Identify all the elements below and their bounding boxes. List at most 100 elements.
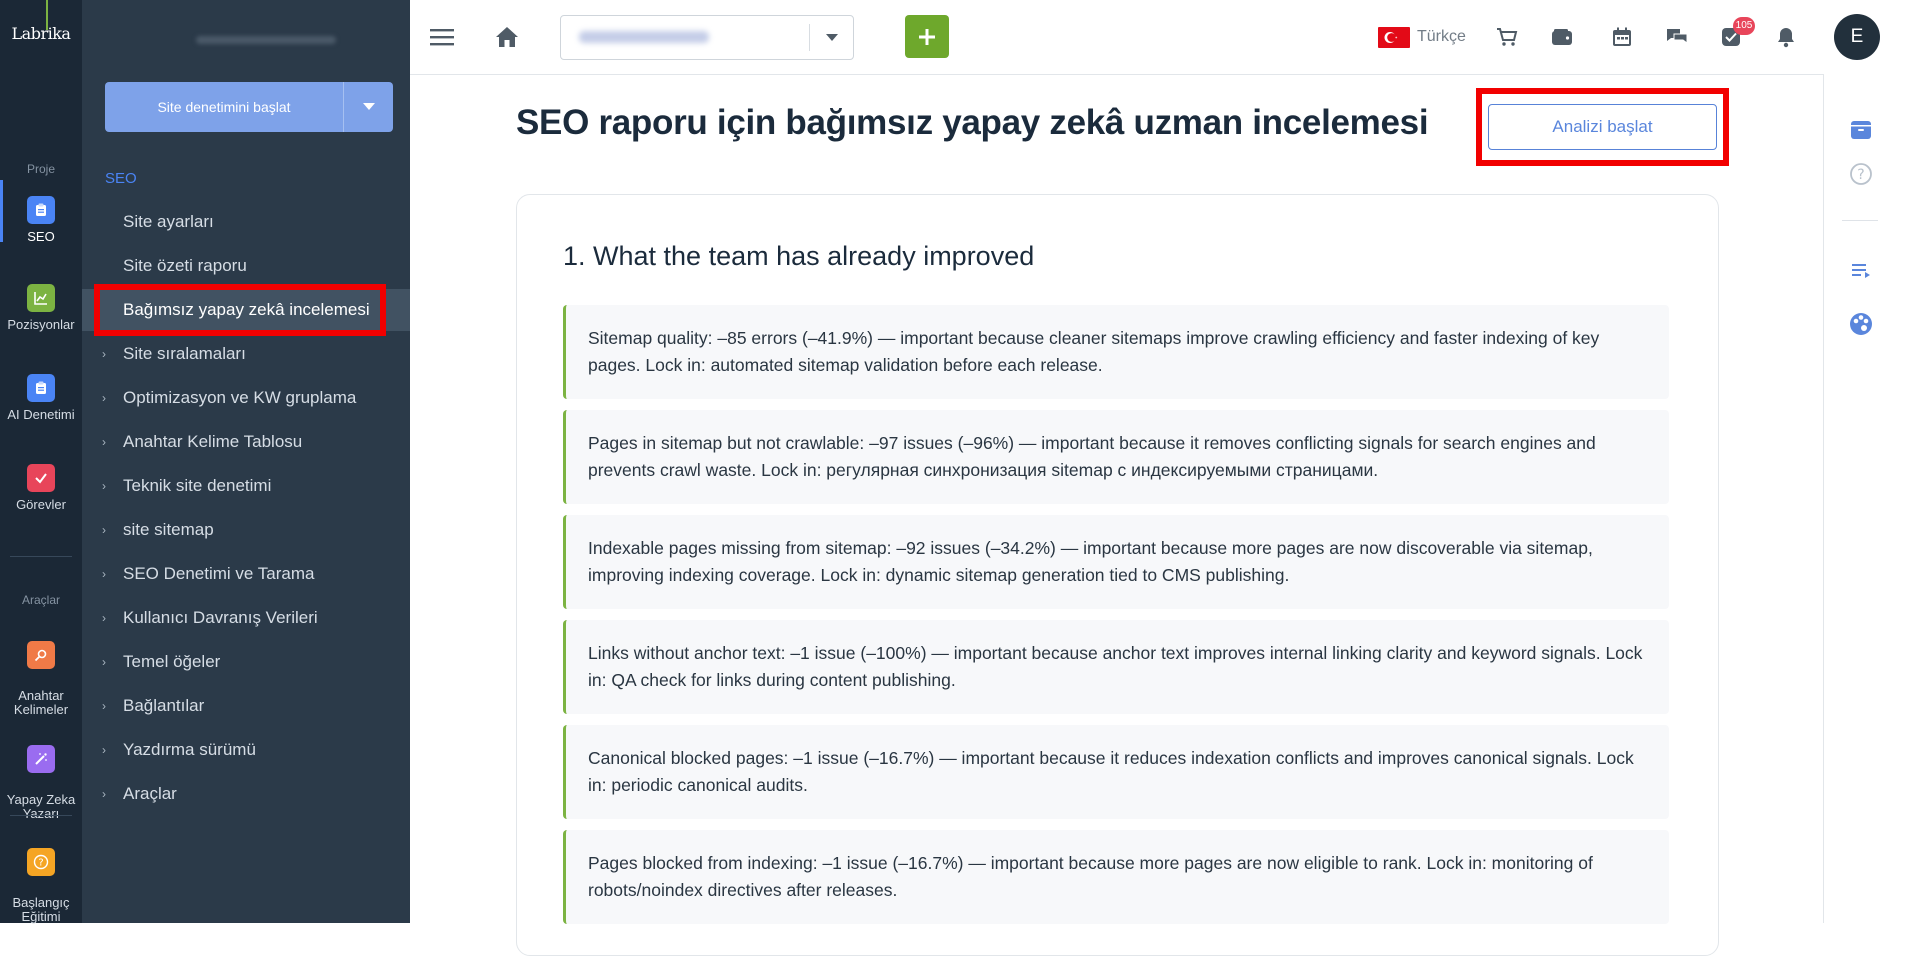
nav-item-site-rankings[interactable]: › Site sıralamaları	[82, 333, 410, 375]
project-name-blurred	[196, 32, 376, 48]
home-icon[interactable]	[492, 22, 522, 52]
rail-item-onboarding[interactable]: ? Başlangıç Eğitimi	[0, 834, 82, 938]
nav-item-optimization[interactable]: › Optimizasyon ve KW gruplama	[82, 377, 410, 419]
notification-count-badge: 105	[1733, 17, 1755, 35]
language-selector[interactable]: Türkçe	[1378, 22, 1466, 52]
nav-item-tools[interactable]: › Araçlar	[82, 773, 410, 815]
add-project-button[interactable]	[905, 15, 949, 58]
question-icon: ?	[27, 848, 55, 876]
chevron-right-icon: ›	[102, 347, 106, 361]
nav-item-links[interactable]: › Bağlantılar	[82, 685, 410, 727]
chat-icon[interactable]	[1663, 23, 1691, 51]
nav-item-label: Kullanıcı Davranış Verileri	[123, 608, 318, 627]
rail-label: Görevler	[16, 497, 66, 512]
cart-icon[interactable]	[1493, 23, 1521, 51]
top-bar: Türkçe 105 E	[410, 0, 1920, 75]
right-tool-sidebar: ?	[1823, 74, 1920, 923]
app-logo[interactable]: Labrika	[0, 24, 82, 43]
nav-item-technical-audit[interactable]: › Teknik site denetimi	[82, 465, 410, 507]
chevron-right-icon: ›	[102, 523, 106, 537]
nav-item-ai-review[interactable]: Bağımsız yapay zekâ incelemesi	[82, 289, 410, 331]
list-icon[interactable]	[1847, 256, 1875, 284]
chevron-right-icon: ›	[102, 699, 106, 713]
rail-label: Başlangıç Eğitimi	[12, 895, 70, 924]
checkbox-icon	[27, 464, 55, 492]
start-audit-split-button: Site denetimini başlat	[105, 82, 393, 132]
start-audit-dropdown-toggle[interactable]	[344, 82, 393, 132]
language-label: Türkçe	[1417, 28, 1466, 45]
rail-divider	[10, 815, 72, 816]
nav-item-label: Anahtar Kelime Tablosu	[123, 432, 303, 451]
improvement-item: Canonical blocked pages: –1 issue (–16.7…	[563, 725, 1669, 819]
wallet-icon[interactable]	[1548, 23, 1576, 51]
calendar-icon[interactable]	[1608, 23, 1636, 51]
nav-item-site-settings[interactable]: Site ayarları	[82, 201, 410, 243]
chevron-right-icon: ›	[102, 567, 106, 581]
nav-item-label: Site ayarları	[123, 212, 214, 231]
menu-icon[interactable]	[428, 23, 456, 51]
rail-caption-project: Proje	[26, 162, 55, 176]
chevron-right-icon: ›	[102, 391, 106, 405]
improvement-item: Pages blocked from indexing: –1 issue (–…	[563, 830, 1669, 924]
nav-item-label: site sitemap	[123, 520, 214, 539]
bell-icon[interactable]	[1772, 23, 1800, 51]
nav-item-label: Bağlantılar	[123, 696, 205, 715]
improvement-item: Sitemap quality: –85 errors (–41.9%) — i…	[563, 305, 1669, 399]
chevron-right-icon: ›	[102, 479, 106, 493]
palette-icon[interactable]	[1847, 310, 1875, 338]
nav-item-sitemap[interactable]: › site sitemap	[82, 509, 410, 551]
chart-icon	[27, 284, 55, 312]
rail-item-ai-audit[interactable]: AI Denetimi	[0, 374, 82, 422]
rail-item-positions[interactable]: Pozisyonlar	[0, 284, 82, 332]
nav-item-label: Site sıralamaları	[123, 344, 246, 363]
improvement-item: Indexable pages missing from sitemap: –9…	[563, 515, 1669, 609]
nav-item-label: Temel öğeler	[123, 652, 221, 671]
start-audit-button[interactable]: Site denetimini başlat	[105, 82, 343, 132]
nav-item-seo-audit-crawl[interactable]: › SEO Denetimi ve Tarama	[82, 553, 410, 595]
caret-down-icon	[362, 103, 375, 110]
rail-label: SEO	[27, 229, 55, 244]
rail-label: AI Denetimi	[7, 407, 75, 422]
archive-icon[interactable]	[1847, 116, 1875, 144]
app-rail: Labrika Proje SEO Pozisyonlar AI Denetim…	[0, 0, 82, 924]
rail-label: Pozisyonlar	[7, 317, 75, 332]
start-analysis-button[interactable]: Analizi başlat	[1488, 104, 1717, 150]
user-avatar[interactable]: E	[1834, 14, 1880, 60]
sidebar-divider	[1842, 220, 1878, 221]
plus-icon	[919, 28, 935, 45]
nav-item-label: Teknik site denetimi	[123, 476, 272, 495]
key-search-icon	[27, 641, 55, 669]
seo-sidebar: Site denetimini başlat SEO Site ayarları…	[82, 0, 410, 923]
turkey-flag-icon	[1378, 26, 1410, 48]
section-title: 1. What the team has already improved	[563, 241, 1035, 271]
nav-item-basic-elements[interactable]: › Temel öğeler	[82, 641, 410, 683]
review-card: 1. What the team has already improved Si…	[516, 194, 1719, 956]
nav-item-label: Optimizasyon ve KW gruplama	[123, 388, 357, 407]
nav-section-title: SEO	[105, 170, 137, 187]
page-title: SEO raporu için bağımsız yapay zekâ uzma…	[516, 103, 1429, 142]
help-icon[interactable]: ?	[1847, 160, 1875, 188]
project-select[interactable]	[560, 15, 854, 60]
nav-item-site-summary[interactable]: Site özeti raporu	[82, 245, 410, 287]
rail-item-seo[interactable]: SEO	[0, 196, 82, 244]
improvement-item: Links without anchor text: –1 issue (–10…	[563, 620, 1669, 714]
rail-label: Anahtar Kelimeler	[13, 688, 69, 717]
rail-caption-tools: Araçlar	[21, 593, 60, 607]
rail-divider	[10, 556, 72, 557]
rail-item-tasks[interactable]: Görevler	[0, 464, 82, 512]
nav-item-label: Yazdırma sürümü	[123, 740, 256, 759]
rail-item-keywords[interactable]: Anahtar Kelimeler	[0, 627, 82, 731]
nav-item-keyword-table[interactable]: › Anahtar Kelime Tablosu	[82, 421, 410, 463]
rail-item-ai-writer[interactable]: Yapay Zeka Yazarı	[0, 731, 82, 835]
nav-item-print-version[interactable]: › Yazdırma sürümü	[82, 729, 410, 771]
rail-label: Yapay Zeka Yazarı	[6, 792, 76, 821]
chevron-right-icon: ›	[102, 743, 106, 757]
clipboard-icon	[27, 374, 55, 402]
nav-item-label: SEO Denetimi ve Tarama	[123, 564, 315, 583]
clipboard-icon	[27, 196, 55, 224]
improvement-item: Pages in sitemap but not crawlable: –97 …	[563, 410, 1669, 504]
nav-item-label: Araçlar	[123, 784, 177, 803]
nav-item-label: Bağımsız yapay zekâ incelemesi	[123, 300, 370, 319]
project-name-blurred	[579, 31, 709, 43]
nav-item-user-behavior[interactable]: › Kullanıcı Davranış Verileri	[82, 597, 410, 639]
